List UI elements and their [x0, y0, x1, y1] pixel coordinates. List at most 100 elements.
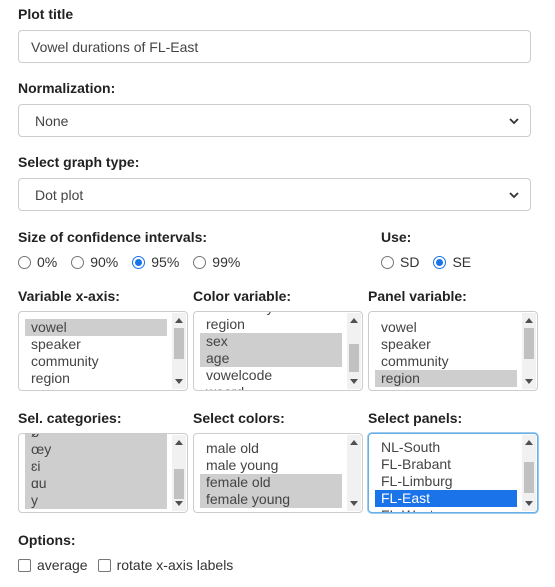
- scroll-up-icon[interactable]: [350, 440, 358, 445]
- radio-button[interactable]: [71, 255, 85, 269]
- list-item[interactable]: male old: [200, 440, 342, 457]
- list-item[interactable]: male young: [200, 457, 342, 474]
- scroll-thumb[interactable]: [174, 469, 184, 499]
- list-item[interactable]: FL-East: [375, 490, 517, 507]
- list-item[interactable]: sex: [375, 387, 517, 390]
- scroll-thumb[interactable]: [349, 344, 359, 372]
- use-label: Use:: [381, 229, 412, 245]
- chevron-down-icon: [509, 191, 519, 198]
- checkbox-label: average: [37, 557, 88, 573]
- scrollbar[interactable]: [522, 435, 536, 511]
- checkbox-label: rotate x-axis labels: [116, 557, 234, 573]
- panel-variable-label: Panel variable:: [368, 288, 467, 304]
- scroll-thumb[interactable]: [524, 462, 534, 493]
- categories-listbox[interactable]: øœyɛiɑuy: [18, 433, 188, 513]
- radio-button[interactable]: [132, 255, 146, 269]
- confidence-option-95[interactable]: 95%: [132, 254, 179, 270]
- list-item[interactable]: vowelcode: [200, 367, 342, 384]
- panel-variable-listbox[interactable]: vowelspeakercommunityregionsex: [368, 311, 538, 391]
- scroll-thumb[interactable]: [524, 328, 534, 359]
- panels-label: Select panels:: [368, 410, 463, 426]
- use-option-label: SE: [452, 254, 472, 270]
- color-variable-label: Color variable:: [193, 288, 292, 304]
- list-item[interactable]: age: [200, 350, 342, 367]
- list-item[interactable]: region: [375, 370, 517, 387]
- x-axis-label: Variable x-axis:: [18, 288, 120, 304]
- x-axis-listbox[interactable]: vowelspeakercommunityregionsex: [18, 311, 188, 391]
- radio-button[interactable]: [193, 255, 207, 269]
- radio-button[interactable]: [433, 255, 447, 269]
- list-item[interactable]: ø: [25, 434, 167, 441]
- graph-type-select[interactable]: Dot plot: [18, 178, 531, 211]
- scroll-up-icon[interactable]: [175, 318, 183, 323]
- confidence-option-label: 0%: [37, 254, 58, 270]
- scroll-thumb[interactable]: [174, 328, 184, 359]
- colors-listbox[interactable]: male old male young female old female young: [193, 433, 363, 513]
- list-item[interactable]: weord: [200, 384, 342, 390]
- list-item[interactable]: y: [25, 492, 167, 509]
- confidence-option-0[interactable]: 0%: [18, 254, 57, 270]
- list-item[interactable]: vowel: [375, 319, 517, 336]
- panels-listbox[interactable]: NL-SouthFL-BrabantFL-LimburgFL-EastFL-We…: [368, 433, 538, 513]
- radio-button[interactable]: [381, 255, 394, 269]
- scroll-down-icon[interactable]: [175, 379, 183, 384]
- option-rotate-x-axis-labels[interactable]: rotate x-axis labels: [97, 557, 234, 573]
- graph-type-value: Dot plot: [35, 186, 84, 203]
- plot-title-input[interactable]: Vowel durations of FL-East: [18, 30, 531, 63]
- scroll-up-icon[interactable]: [350, 318, 358, 323]
- use-option-SE[interactable]: SE: [433, 254, 471, 270]
- categories-items: øœyɛiɑuy: [25, 434, 167, 509]
- scroll-down-icon[interactable]: [350, 379, 358, 384]
- list-item[interactable]: FL-West: [375, 507, 517, 512]
- colors-items: male old male young female old female young: [200, 440, 342, 508]
- use-option-label: SD: [400, 254, 420, 270]
- list-item[interactable]: speaker: [25, 336, 167, 353]
- scroll-down-icon[interactable]: [525, 501, 533, 506]
- scrollbar[interactable]: [522, 313, 536, 389]
- list-item[interactable]: speaker: [375, 336, 517, 353]
- list-item[interactable]: FL-Brabant: [375, 456, 517, 473]
- list-item[interactable]: region: [200, 316, 342, 333]
- scroll-up-icon[interactable]: [525, 440, 533, 445]
- confidence-option-label: 95%: [151, 254, 180, 270]
- normalization-select[interactable]: None: [18, 104, 531, 137]
- scroll-down-icon[interactable]: [525, 379, 533, 384]
- confidence-option-label: 99%: [212, 254, 241, 270]
- color-variable-items: communityregionsexagevowelcodeweord: [200, 312, 342, 390]
- scroll-down-icon[interactable]: [350, 501, 358, 506]
- list-item[interactable]: region: [25, 370, 167, 387]
- radio-button[interactable]: [18, 255, 31, 269]
- checkbox[interactable]: [97, 558, 111, 572]
- categories-label: Sel. categories:: [18, 410, 122, 426]
- list-item[interactable]: vowel: [25, 319, 167, 336]
- confidence-option-90[interactable]: 90%: [71, 254, 118, 270]
- list-item[interactable]: sex: [25, 387, 167, 390]
- list-item[interactable]: community: [375, 353, 517, 370]
- list-item[interactable]: female young: [200, 491, 342, 508]
- scroll-up-icon[interactable]: [175, 440, 183, 445]
- scrollbar[interactable]: [172, 313, 186, 389]
- options-label: Options:: [18, 532, 76, 548]
- panel-variable-items: vowelspeakercommunityregionsex: [375, 319, 517, 390]
- scroll-up-icon[interactable]: [525, 318, 533, 323]
- confidence-option-99[interactable]: 99%: [193, 254, 240, 270]
- use-option-SD[interactable]: SD: [381, 254, 419, 270]
- list-item[interactable]: ɛi: [25, 458, 167, 475]
- scrollbar[interactable]: [347, 435, 361, 511]
- confidence-option-label: 90%: [90, 254, 119, 270]
- chevron-down-icon: [509, 117, 519, 124]
- list-item[interactable]: ɑu: [25, 475, 167, 492]
- scrollbar[interactable]: [347, 313, 361, 389]
- list-item[interactable]: sex: [200, 333, 342, 350]
- list-item[interactable]: FL-Limburg: [375, 473, 517, 490]
- list-item[interactable]: œy: [25, 441, 167, 458]
- list-item[interactable]: community: [25, 353, 167, 370]
- list-item[interactable]: female old: [200, 474, 342, 491]
- scrollbar[interactable]: [172, 435, 186, 511]
- color-variable-listbox[interactable]: communityregionsexagevowelcodeweord: [193, 311, 363, 391]
- colors-label: Select colors:: [193, 410, 285, 426]
- checkbox[interactable]: [18, 558, 31, 572]
- scroll-down-icon[interactable]: [175, 501, 183, 506]
- list-item[interactable]: NL-South: [375, 439, 517, 456]
- option-average[interactable]: average: [18, 557, 88, 573]
